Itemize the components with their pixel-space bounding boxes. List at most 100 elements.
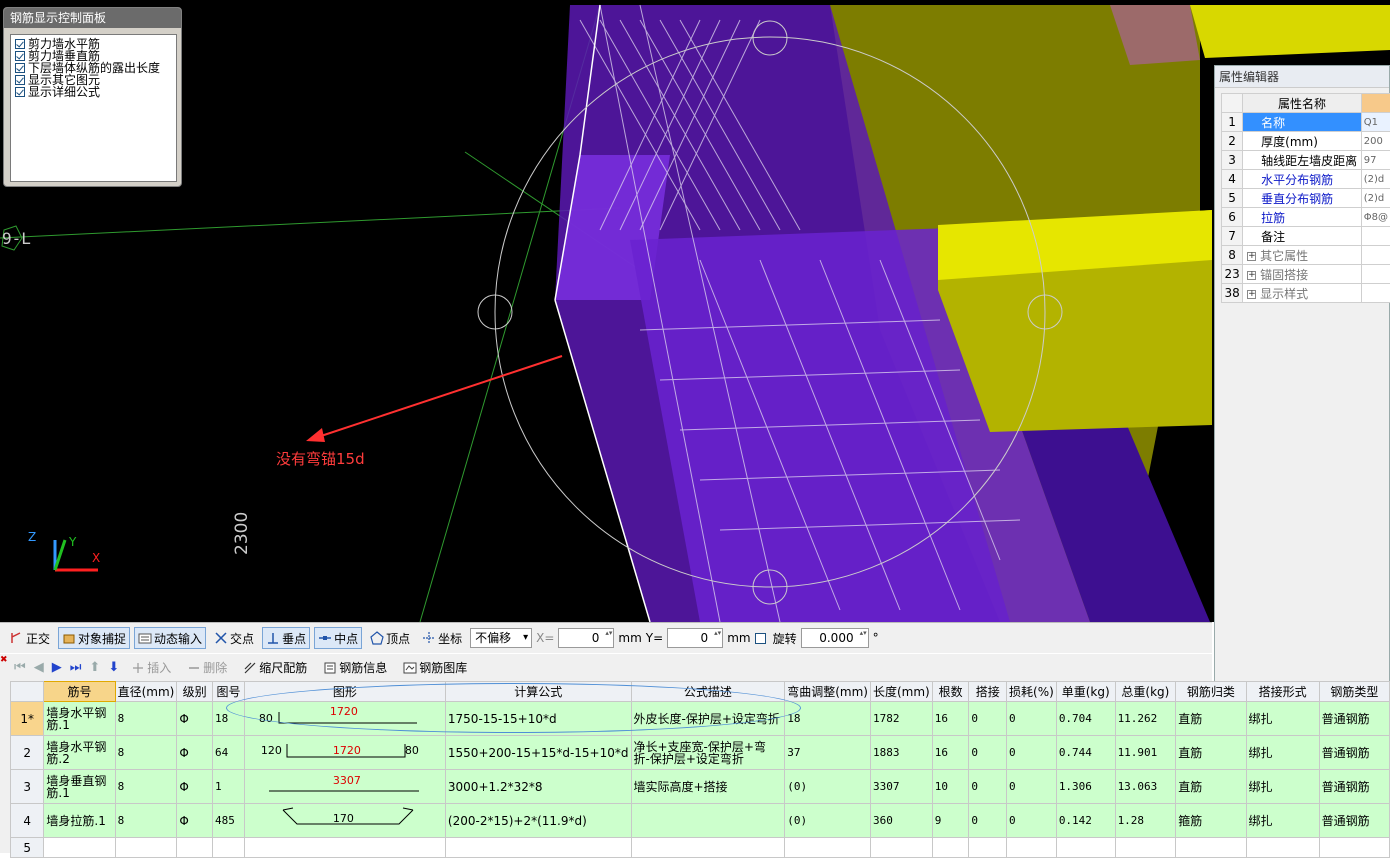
empty-cell[interactable] [1176,838,1246,858]
property-row[interactable]: 6拉筋Φ8@ [1222,208,1390,227]
perpendicular-button[interactable]: 垂点 [262,627,310,649]
empty-cell[interactable] [1115,838,1176,858]
cell-lap[interactable]: 0 [969,702,1007,736]
cell-dia[interactable]: 8 [115,770,177,804]
empty-cell[interactable] [445,838,631,858]
x-input[interactable]: 0 [558,628,614,648]
empty-cell[interactable] [213,838,245,858]
ortho-button[interactable]: 正交 [6,627,54,649]
col-header[interactable]: 长度(mm) [870,682,932,702]
cell-lap-type[interactable]: 绑扎 [1246,770,1319,804]
cell-desc[interactable]: 墙实际高度+搭接 [631,770,785,804]
rebar-drawing-button[interactable]: 钢筋图库 [399,657,471,679]
cell-desc[interactable] [631,804,785,838]
cell-type[interactable]: 普通钢筋 [1319,770,1389,804]
cell-formula[interactable]: (200-2*15)+2*(11.9*d) [445,804,631,838]
rotate-input[interactable]: 0.000 [801,628,869,648]
empty-cell[interactable] [1319,838,1389,858]
cell-formula[interactable]: 1550+200-15+15*d-15+10*d [445,736,631,770]
expand-icon[interactable]: + [1247,252,1256,261]
cell-lap[interactable]: 0 [969,736,1007,770]
cell-dia[interactable]: 8 [115,702,177,736]
cell-grade[interactable]: Φ [177,736,213,770]
empty-cell[interactable] [969,838,1007,858]
cell-len[interactable]: 1782 [870,702,932,736]
cell-type[interactable]: 普通钢筋 [1319,804,1389,838]
cell-cat[interactable]: 箍筋 [1176,804,1246,838]
insert-button[interactable]: 插入 [127,657,175,679]
cell-loss[interactable]: 0 [1007,702,1057,736]
cell-count[interactable]: 10 [932,770,969,804]
row-number[interactable]: 4 [11,804,44,838]
col-header[interactable]: 搭接 [969,682,1007,702]
cell-total-w[interactable]: 11.901 [1115,736,1176,770]
col-header[interactable]: 直径(mm) [115,682,177,702]
move-down-icon[interactable]: ⬇ [108,660,119,675]
cell-total-w[interactable]: 1.28 [1115,804,1176,838]
property-row[interactable]: 2厚度(mm)200 [1222,132,1390,151]
3d-viewport[interactable]: Z Y X 9-L 没有弯锚15d 2300 钢筋显示控制面板 剪力墙水平筋 剪… [0,0,1390,622]
col-header[interactable]: 钢筋归类 [1176,682,1246,702]
cell-grade[interactable]: Φ [177,702,213,736]
cell-name[interactable]: 墙身水平钢筋.1 [44,702,115,736]
expand-icon[interactable]: + [1247,271,1256,280]
cell-len[interactable]: 360 [870,804,932,838]
cell-unit-w[interactable]: 0.704 [1056,702,1115,736]
cell-unit-w[interactable]: 1.306 [1056,770,1115,804]
cell-unit-w[interactable]: 0.744 [1056,736,1115,770]
move-up-icon[interactable]: ⬆ [89,660,100,675]
checkbox[interactable] [15,39,25,49]
cell-cat[interactable]: 直筋 [1176,736,1246,770]
y-input[interactable]: 0 [667,628,723,648]
row-number[interactable]: 5 [11,838,44,858]
cell-name[interactable]: 墙身水平钢筋.2 [44,736,115,770]
intersection-button[interactable]: 交点 [210,627,258,649]
cell-cat[interactable]: 直筋 [1176,770,1246,804]
property-group-row[interactable]: 38+显示样式 [1222,284,1390,303]
empty-cell[interactable] [932,838,969,858]
cell-bend[interactable]: (0) [785,770,871,804]
cell-type[interactable]: 普通钢筋 [1319,736,1389,770]
property-group-row[interactable]: 8+其它属性 [1222,246,1390,265]
option-row[interactable]: 显示详细公式 [15,86,172,98]
close-icon[interactable]: ✖ [0,655,8,665]
table-row[interactable]: 5 [11,838,1390,858]
property-row[interactable]: 5垂直分布钢筋(2)d [1222,189,1390,208]
col-header[interactable]: 损耗(%) [1007,682,1057,702]
col-header[interactable]: 根数 [932,682,969,702]
cell-grade[interactable]: Φ [177,804,213,838]
property-row[interactable]: 4水平分布钢筋(2)d [1222,170,1390,189]
cell-desc[interactable]: 净长+支座宽-保护层+弯折-保护层+设定弯折 [631,736,785,770]
dynamic-input-button[interactable]: 动态输入 [134,627,206,649]
col-header[interactable]: 总重(kg) [1115,682,1176,702]
cell-count[interactable]: 16 [932,736,969,770]
table-row[interactable]: 4墙身拉筋.18Φ485170(200-2*15)+2*(11.9*d)(0)3… [11,804,1390,838]
cell-grade[interactable]: Φ [177,770,213,804]
cell-fig[interactable]: 64 [213,736,245,770]
col-header[interactable]: 筋号 [44,682,115,702]
checkbox[interactable] [15,63,25,73]
cell-len[interactable]: 3307 [870,770,932,804]
delete-button[interactable]: 删除 [183,657,231,679]
offset-mode-select[interactable]: 不偏移 [470,628,532,648]
rebar-info-button[interactable]: 钢筋信息 [319,657,391,679]
next-record-icon[interactable]: ▶ [52,660,62,675]
row-number[interactable]: 2 [11,736,44,770]
cell-cat[interactable]: 直筋 [1176,702,1246,736]
coordinate-button[interactable]: 坐标 [418,627,466,649]
cell-lap[interactable]: 0 [969,804,1007,838]
cell-lap-type[interactable]: 绑扎 [1246,702,1319,736]
property-row[interactable]: 7备注 [1222,227,1390,246]
cell-name[interactable]: 墙身拉筋.1 [44,804,115,838]
cell-shape[interactable]: 170 [244,804,445,838]
cell-count[interactable]: 9 [932,804,969,838]
col-header[interactable]: 弯曲调整(mm) [785,682,871,702]
rotate-checkbox[interactable] [755,633,766,644]
first-record-icon[interactable]: ⏮ [14,660,26,675]
cell-formula[interactable]: 3000+1.2*32*8 [445,770,631,804]
empty-cell[interactable] [177,838,213,858]
cell-lap-type[interactable]: 绑扎 [1246,736,1319,770]
cell-unit-w[interactable]: 0.142 [1056,804,1115,838]
checkbox[interactable] [15,51,25,61]
cell-loss[interactable]: 0 [1007,736,1057,770]
